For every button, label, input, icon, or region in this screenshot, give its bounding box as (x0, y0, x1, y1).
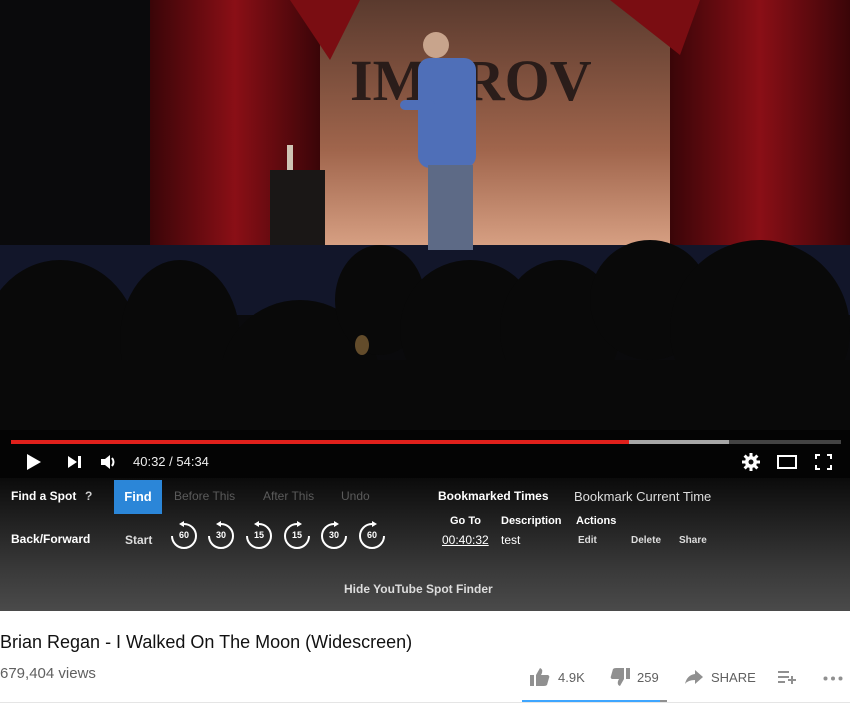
more-icon[interactable] (823, 676, 843, 681)
back-forward-label: Back/Forward (11, 532, 91, 546)
bookmark-edit-button[interactable]: Edit (578, 535, 597, 546)
bookmark-share-button[interactable]: Share (679, 535, 707, 546)
help-button[interactable]: ? (85, 489, 92, 503)
find-button[interactable]: Find (114, 480, 162, 514)
progress-bar[interactable] (11, 440, 841, 444)
bookmark-current-time-button[interactable]: Bookmark Current Time (574, 489, 711, 504)
divider (0, 702, 850, 703)
goto-column-header: Go To (450, 515, 481, 527)
back-30-button[interactable]: 30 (206, 521, 236, 551)
undo-button[interactable]: Undo (341, 489, 370, 503)
view-count: 679,404 views (0, 665, 96, 682)
back-30-label: 30 (215, 530, 226, 540)
before-this-button[interactable]: Before This (174, 489, 235, 503)
bookmark-goto-link[interactable]: 00:40:32 (442, 533, 489, 547)
back-15-label: 15 (253, 530, 264, 540)
thumbs-up-icon[interactable] (530, 668, 550, 686)
progress-played (11, 440, 630, 444)
play-icon[interactable] (26, 453, 42, 471)
dislike-count[interactable]: 259 (637, 670, 659, 685)
start-button[interactable]: Start (125, 533, 152, 547)
add-to-playlist-icon[interactable] (778, 670, 796, 684)
bookmark-description: test (501, 533, 521, 547)
settings-icon[interactable] (742, 453, 760, 471)
back-60-button[interactable]: 60 (169, 521, 199, 551)
like-count[interactable]: 4.9K (558, 670, 585, 685)
thumbs-down-icon[interactable] (610, 668, 630, 686)
forward-30-label: 30 (328, 530, 339, 540)
forward-15-button[interactable]: 15 (282, 521, 312, 551)
volume-icon[interactable] (100, 453, 118, 471)
video-title: Brian Regan - I Walked On The Moon (Wide… (0, 632, 413, 652)
bookmark-delete-button[interactable]: Delete (631, 535, 661, 546)
video-player[interactable]: IMPROV 40:32 / 54:34 (0, 0, 850, 478)
forward-30-button[interactable]: 30 (319, 521, 349, 551)
description-column-header: Description (501, 515, 562, 527)
find-a-spot-label: Find a Spot (11, 489, 77, 503)
actions-column-header: Actions (576, 515, 617, 527)
forward-15-label: 15 (291, 530, 302, 540)
video-frame: IMPROV (0, 0, 850, 478)
share-icon[interactable] (685, 670, 703, 684)
after-this-button[interactable]: After This (263, 489, 314, 503)
hide-spot-finder-button[interactable]: Hide YouTube Spot Finder (344, 582, 493, 596)
theater-mode-icon[interactable] (777, 455, 797, 469)
spot-finder-panel: Find a Spot ? Find Before This After Thi… (0, 478, 850, 611)
next-icon[interactable] (67, 455, 83, 469)
fullscreen-icon[interactable] (815, 454, 832, 470)
back-60-label: 60 (178, 530, 189, 540)
bookmarked-times-label: Bookmarked Times (438, 489, 549, 503)
forward-60-button[interactable]: 60 (357, 521, 387, 551)
time-display: 40:32 / 54:34 (133, 454, 209, 469)
share-button[interactable]: SHARE (711, 670, 756, 685)
back-15-button[interactable]: 15 (244, 521, 274, 551)
forward-60-label: 60 (366, 530, 377, 540)
